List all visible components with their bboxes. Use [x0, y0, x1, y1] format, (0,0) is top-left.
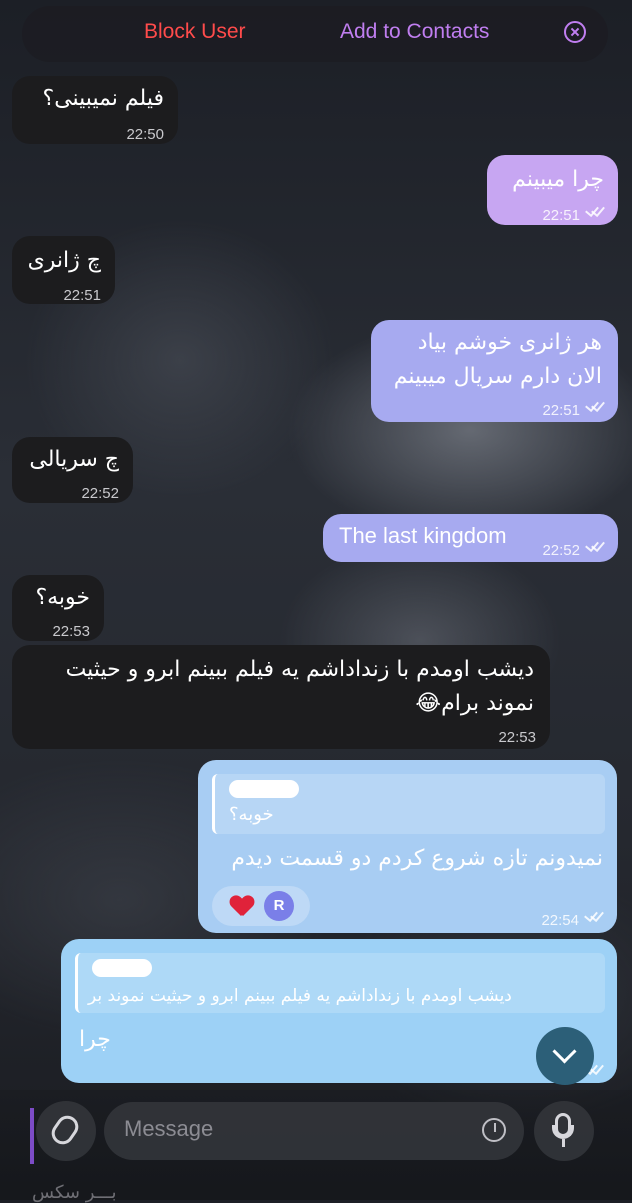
- microphone-base: [552, 1125, 574, 1139]
- message-incoming[interactable]: دیشب اومدم با زنداداشم یه فیلم ببینم ابر…: [12, 645, 550, 749]
- read-checkmarks-icon: [583, 908, 605, 920]
- message-incoming[interactable]: فیلم نمیبینی؟ 22:50: [12, 76, 178, 144]
- message-text-line2: نموند برام😂: [415, 691, 534, 716]
- message-time: 22:52: [542, 542, 580, 559]
- message-text: نمیدونم تازه شروع کردم دو قسمت دیدم: [231, 846, 603, 871]
- message-outgoing-reply[interactable]: دیشب اومدم با زنداداشم یه فیلم ببینم ابر…: [61, 939, 617, 1083]
- message-outgoing[interactable]: چرا میبینم 22:51: [487, 155, 618, 225]
- message-input[interactable]: Message: [104, 1102, 524, 1160]
- message-text: چرا: [79, 1027, 111, 1052]
- redacted-name: [229, 780, 299, 798]
- message-text: چرا میبینم: [512, 167, 604, 192]
- read-checkmarks-icon: [584, 203, 606, 215]
- message-text: فیلم نمیبینی؟: [42, 86, 164, 111]
- message-placeholder: Message: [124, 1116, 214, 1141]
- reply-quote[interactable]: دیشب اومدم با زنداداشم یه فیلم ببینم ابر…: [75, 953, 605, 1013]
- reaction-avatar: R: [264, 891, 294, 921]
- message-text: The last kingdom: [339, 523, 507, 548]
- reply-quote-text: خوبه؟: [229, 804, 274, 825]
- message-time: 22:53: [52, 623, 90, 640]
- schedule-icon[interactable]: [482, 1118, 506, 1142]
- reply-quote[interactable]: خوبه؟: [212, 774, 605, 834]
- microphone-stem: [562, 1139, 565, 1147]
- read-checkmarks-icon: [584, 538, 606, 550]
- message-time: 22:51: [542, 207, 580, 224]
- add-to-contacts-button[interactable]: Add to Contacts: [340, 20, 489, 44]
- message-text: چ ژانری: [27, 248, 101, 273]
- scroll-to-bottom-button[interactable]: [536, 1027, 594, 1085]
- redacted-name: [92, 959, 152, 977]
- contact-action-banner: Block User Add to Contacts: [22, 6, 608, 62]
- message-incoming[interactable]: چ سریالی 22:52: [12, 437, 133, 503]
- message-text: خوبه؟: [35, 585, 90, 610]
- reactions-bar[interactable]: R: [212, 886, 310, 926]
- attach-button[interactable]: [36, 1101, 96, 1161]
- message-time: 22:52: [81, 485, 119, 502]
- message-time: 22:51: [63, 287, 101, 304]
- microphone-button[interactable]: [534, 1101, 594, 1161]
- heart-reaction-icon[interactable]: [230, 896, 254, 918]
- message-time: 22:51: [542, 402, 580, 419]
- paperclip-icon: [47, 1111, 83, 1149]
- read-checkmarks-icon: [584, 398, 606, 410]
- message-time: 22:54: [541, 912, 579, 929]
- message-time: 22:53: [498, 729, 536, 746]
- close-icon[interactable]: [564, 21, 586, 43]
- message-outgoing[interactable]: The last kingdom 22:52: [323, 514, 618, 562]
- background-fragment-bar: [30, 1108, 34, 1164]
- message-incoming[interactable]: خوبه؟ 22:53: [12, 575, 104, 641]
- message-text-line1: هر ژانری خوشم بیاد: [417, 330, 602, 355]
- block-user-button[interactable]: Block User: [144, 20, 246, 44]
- message-text: چ سریالی: [29, 447, 119, 472]
- reply-quote-text: دیشب اومدم با زنداداشم یه فیلم ببینم ابر…: [88, 986, 512, 1006]
- message-outgoing-reply[interactable]: خوبه؟ نمیدونم تازه شروع کردم دو قسمت دید…: [198, 760, 617, 933]
- message-outgoing[interactable]: هر ژانری خوشم بیاد الان دارم سریال میبین…: [371, 320, 618, 422]
- message-time: 22:50: [126, 126, 164, 143]
- message-incoming[interactable]: چ ژانری 22:51: [12, 236, 115, 304]
- message-text-line1: دیشب اومدم با زنداداشم یه فیلم ببینم ابر…: [65, 657, 534, 682]
- message-text-line2: الان دارم سریال میبینم: [393, 364, 602, 389]
